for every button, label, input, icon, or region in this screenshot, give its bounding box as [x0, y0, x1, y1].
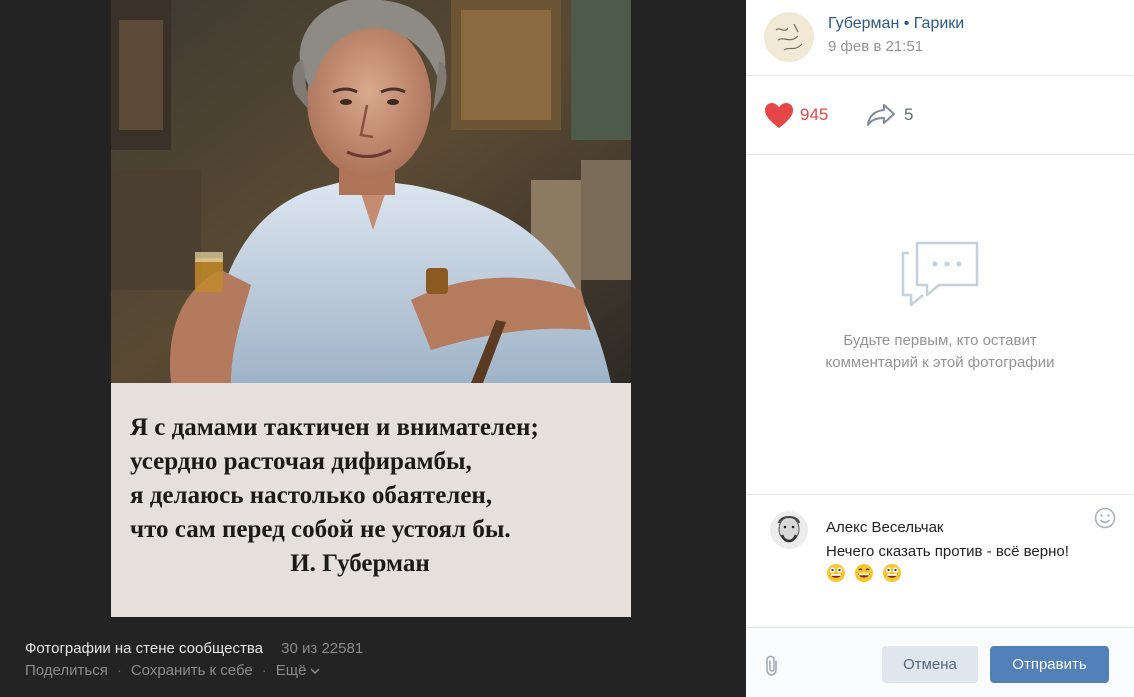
side-panel: Губерман • Гарики 9 фев в 21:51 945 5 Бу… [746, 0, 1134, 697]
share-link[interactable]: Поделиться [25, 662, 108, 679]
chevron-down-icon [310, 668, 320, 675]
comment-composer: Алекс Весельчак Нечего сказать против - … [746, 494, 1134, 627]
paperclip-icon[interactable] [764, 655, 782, 677]
commenter-name: Алекс Весельчак [826, 519, 944, 536]
comments-icon [901, 241, 979, 307]
share-button[interactable]: 5 [866, 100, 913, 130]
user-avatar[interactable] [770, 511, 808, 549]
community-avatar[interactable] [764, 12, 814, 62]
like-button[interactable]: 945 [764, 100, 828, 130]
album-title-link[interactable]: Фотографии на стене сообщества [25, 640, 263, 657]
poem-caption: Я с дамами тактичен и внимателен; усердн… [111, 383, 631, 617]
empty-comments-text: Будьте первым, кто оставит комментарий к… [746, 330, 1134, 374]
comments-area: Будьте первым, кто оставит комментарий к… [746, 155, 1134, 494]
like-count: 945 [800, 105, 829, 124]
more-menu[interactable]: Ещё [276, 662, 321, 679]
poem-line: Я с дамами тактичен и внимателен; [130, 414, 539, 441]
community-logo-image [764, 12, 814, 62]
reactions-bar: 945 5 [746, 76, 1134, 155]
user-avatar-image [770, 511, 808, 549]
share-count: 5 [904, 105, 914, 124]
album-info: Фотографии на стене сообщества 30 из 225… [25, 638, 725, 659]
community-name-link[interactable]: Губерман • Гарики [828, 15, 964, 33]
grinning-face-icon [827, 564, 845, 582]
grinning-face-icon [883, 564, 902, 582]
photo-viewer: Я с дамами тактичен и внимателен; усердн… [0, 0, 746, 697]
viewer-footer: Фотографии на стене сообщества 30 из 225… [25, 638, 725, 681]
separator: · [261, 662, 267, 679]
submit-button[interactable]: Отправить [990, 646, 1109, 683]
portrait-photo [111, 0, 631, 383]
save-link[interactable]: Сохранить к себе [131, 662, 253, 679]
grinning-face-icon [855, 564, 874, 582]
more-label: Ещё [275, 662, 307, 679]
poem-line: я делаюсь настолько обаятелен, [130, 482, 493, 509]
share-arrow-icon [867, 104, 895, 126]
post-header: Губерман • Гарики 9 фев в 21:51 [746, 0, 1134, 76]
post-date[interactable]: 9 фев в 21:51 [828, 38, 923, 55]
separator: · [116, 662, 122, 679]
comment-input-text: Нечего сказать против - всё верно! [826, 543, 1069, 560]
smile-icon[interactable] [1094, 507, 1116, 529]
poem-line: что сам перед собой не устоял бы. [130, 516, 511, 543]
composer-footer: Отмена Отправить [746, 627, 1134, 697]
photo-actions: Поделиться · Сохранить к себе · Ещё [25, 660, 725, 681]
cancel-button[interactable]: Отмена [882, 646, 978, 683]
heart-icon [765, 102, 793, 128]
photo-counter: 30 из 22581 [281, 640, 364, 657]
poem-text: Я с дамами тактичен и внимателен; усердн… [130, 411, 620, 581]
photo[interactable]: Я с дамами тактичен и внимателен; усердн… [111, 0, 631, 617]
comment-input[interactable]: Нечего сказать против - всё верно! [826, 540, 1086, 586]
poem-line: усердно расточая дифирамбы, [130, 448, 472, 475]
empty-comments-label: Будьте первым, кто оставит комментарий к… [825, 332, 1055, 371]
poem-author: И. Губерман [290, 550, 430, 577]
